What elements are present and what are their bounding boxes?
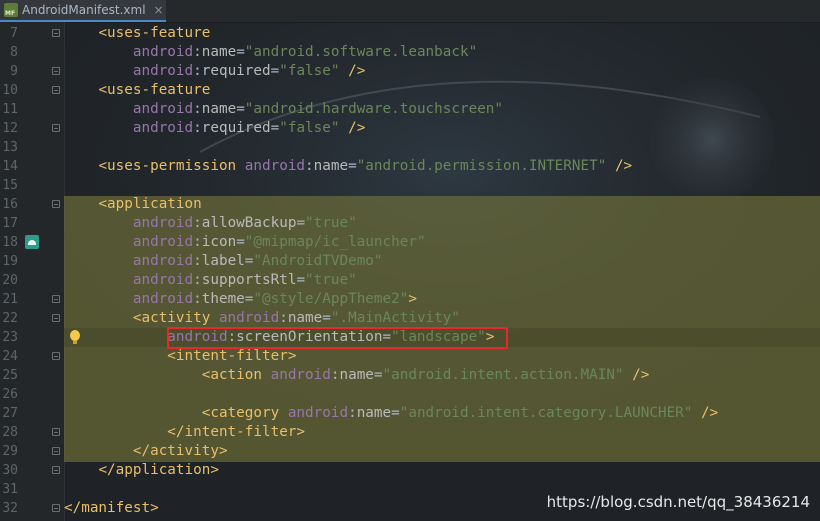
line-number: 7 bbox=[10, 26, 18, 41]
fold-toggle-icon[interactable] bbox=[52, 29, 60, 37]
line-number: 17 bbox=[2, 216, 18, 231]
code-text: android:theme="@style/AppTheme2"> bbox=[132, 291, 417, 307]
code-text: android:allowBackup="true" bbox=[132, 215, 357, 231]
code-text: android:name="android.software.leanback" bbox=[132, 44, 478, 60]
code-text: </activity> bbox=[132, 443, 228, 459]
code-line-11[interactable]: 11 android:name="android.hardware.touchs… bbox=[0, 100, 820, 119]
code-line-28[interactable]: 28 </intent-filter> bbox=[0, 423, 820, 442]
code-line-16[interactable]: 16 <application bbox=[0, 195, 820, 214]
fold-toggle-icon[interactable] bbox=[52, 466, 60, 474]
code-line-15[interactable]: 15 bbox=[0, 176, 820, 195]
code-text: android:name="android.hardware.touchscre… bbox=[132, 101, 504, 117]
code-line-7[interactable]: 7 <uses-feature bbox=[0, 24, 820, 43]
line-number: 15 bbox=[2, 178, 18, 193]
line-number: 30 bbox=[2, 463, 18, 478]
fold-toggle-icon[interactable] bbox=[52, 124, 60, 132]
code-text: <intent-filter> bbox=[167, 348, 297, 364]
line-number: 24 bbox=[2, 349, 18, 364]
line-number: 12 bbox=[2, 121, 18, 136]
annotation-box bbox=[167, 327, 508, 349]
fold-toggle-icon[interactable] bbox=[52, 314, 60, 322]
line-number: 31 bbox=[2, 482, 18, 497]
tab-label: AndroidManifest.xml bbox=[22, 3, 146, 17]
fold-toggle-icon[interactable] bbox=[52, 67, 60, 75]
code-text: android:icon="@mipmap/ic_launcher" bbox=[132, 234, 426, 250]
code-text: <category android:name="android.intent.c… bbox=[201, 405, 719, 421]
line-number: 9 bbox=[10, 64, 18, 79]
code-line-19[interactable]: 19 android:label="AndroidTVDemo" bbox=[0, 252, 820, 271]
code-line-8[interactable]: 8 android:name="android.software.leanbac… bbox=[0, 43, 820, 62]
line-number: 28 bbox=[2, 425, 18, 440]
code-line-26[interactable]: 26 bbox=[0, 385, 820, 404]
code-text: <uses-permission android:name="android.p… bbox=[98, 158, 633, 174]
code-text: android:supportsRtl="true" bbox=[132, 272, 357, 288]
code-text: android:label="AndroidTVDemo" bbox=[132, 253, 383, 269]
code-line-18[interactable]: 18 android:icon="@mipmap/ic_launcher" bbox=[0, 233, 820, 252]
code-line-13[interactable]: 13 bbox=[0, 138, 820, 157]
code-text: </intent-filter> bbox=[167, 424, 306, 440]
code-text: <action android:name="android.intent.act… bbox=[201, 367, 650, 383]
code-line-21[interactable]: 21 android:theme="@style/AppTheme2"> bbox=[0, 290, 820, 309]
code-line-9[interactable]: 9 android:required="false" /> bbox=[0, 62, 820, 81]
line-number: 22 bbox=[2, 311, 18, 326]
fold-toggle-icon[interactable] bbox=[52, 428, 60, 436]
code-line-29[interactable]: 29 </activity> bbox=[0, 442, 820, 461]
code-text: </application> bbox=[98, 462, 219, 478]
code-text: <uses-feature bbox=[98, 25, 211, 41]
line-number: 27 bbox=[2, 406, 18, 421]
code-line-17[interactable]: 17 android:allowBackup="true" bbox=[0, 214, 820, 233]
fold-toggle-icon[interactable] bbox=[52, 200, 60, 208]
line-number: 8 bbox=[10, 45, 18, 60]
code-text: <uses-feature bbox=[98, 82, 211, 98]
line-number: 11 bbox=[2, 102, 18, 117]
fold-toggle-icon[interactable] bbox=[52, 504, 60, 512]
code-line-30[interactable]: 30 </application> bbox=[0, 461, 820, 480]
line-number: 13 bbox=[2, 140, 18, 155]
fold-toggle-icon[interactable] bbox=[52, 447, 60, 455]
manifest-file-icon: MF bbox=[4, 3, 18, 17]
fold-toggle-icon[interactable] bbox=[52, 295, 60, 303]
code-text: android:required="false" /> bbox=[132, 120, 366, 136]
line-number: 32 bbox=[2, 501, 18, 516]
line-number: 14 bbox=[2, 159, 18, 174]
editor-tab-bar: MF AndroidManifest.xml × bbox=[0, 0, 820, 23]
line-number: 25 bbox=[2, 368, 18, 383]
code-line-27[interactable]: 27 <category android:name="android.inten… bbox=[0, 404, 820, 423]
code-line-25[interactable]: 25 <action android:name="android.intent.… bbox=[0, 366, 820, 385]
line-number: 10 bbox=[2, 83, 18, 98]
line-number: 29 bbox=[2, 444, 18, 459]
line-number: 26 bbox=[2, 387, 18, 402]
tab-android-manifest[interactable]: MF AndroidManifest.xml × bbox=[0, 0, 166, 22]
code-line-24[interactable]: 24 <intent-filter> bbox=[0, 347, 820, 366]
code-line-22[interactable]: 22 <activity android:name=".MainActivity… bbox=[0, 309, 820, 328]
code-line-10[interactable]: 10 <uses-feature bbox=[0, 81, 820, 100]
fold-toggle-icon[interactable] bbox=[52, 86, 60, 94]
code-text: </manifest> bbox=[64, 500, 159, 516]
close-icon[interactable]: × bbox=[154, 3, 164, 17]
code-text: <application bbox=[98, 196, 202, 212]
line-number: 21 bbox=[2, 292, 18, 307]
line-number: 18 bbox=[2, 235, 18, 250]
code-editor[interactable]: 7 <uses-feature 8 android:name="android.s… bbox=[0, 22, 820, 521]
launcher-icon-preview-icon[interactable] bbox=[25, 235, 39, 249]
code-line-20[interactable]: 20 android:supportsRtl="true" bbox=[0, 271, 820, 290]
code-text: <activity android:name=".MainActivity" bbox=[132, 310, 460, 326]
fold-toggle-icon[interactable] bbox=[52, 352, 60, 360]
line-number: 19 bbox=[2, 254, 18, 269]
line-number: 23 bbox=[2, 330, 18, 345]
line-number: 16 bbox=[2, 197, 18, 212]
code-line-14[interactable]: 14 <uses-permission android:name="androi… bbox=[0, 157, 820, 176]
line-number: 20 bbox=[2, 273, 18, 288]
code-text: android:required="false" /> bbox=[132, 63, 366, 79]
watermark: https://blog.csdn.net/qq_38436214 bbox=[546, 493, 810, 511]
code-line-12[interactable]: 12 android:required="false" /> bbox=[0, 119, 820, 138]
